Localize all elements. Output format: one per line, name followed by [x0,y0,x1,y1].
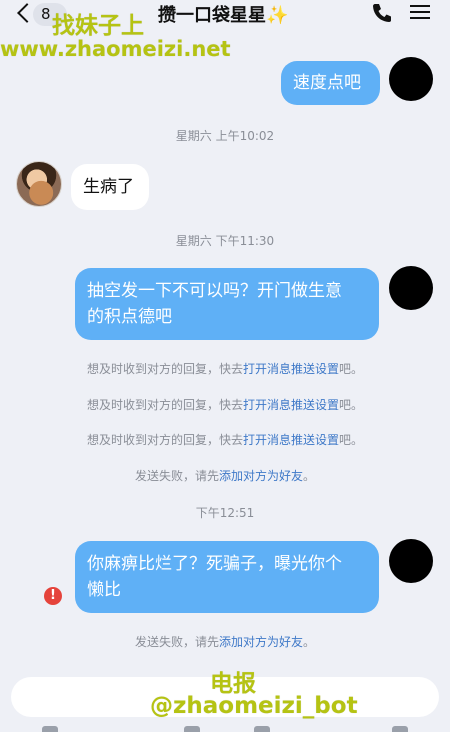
push-settings-link[interactable]: 打开消息推送设置 [243,362,339,376]
chat-title: 攒一口袋星星✨ [158,5,289,26]
notice-text: 吧。 [339,433,364,447]
watermark-top-line2: www.zhaomeizi.net [0,37,231,61]
push-settings-link[interactable]: 打开消息推送设置 [243,398,339,412]
watermark-top-line1: 找妹子上 [52,13,144,39]
notice-text: 发送失败，请先 [134,469,219,483]
message-line: 懒比 [87,580,121,600]
voice-icon[interactable] [42,726,58,732]
notice-text: 。 [303,635,316,649]
notice-text: 想及时收到对方的回复，快去 [86,433,243,447]
message-line: 抽空发一下不可以吗？开门做生意 [87,281,342,301]
notice-text: 发送失败，请先 [134,635,219,649]
push-settings-link[interactable]: 打开消息推送设置 [243,433,339,447]
my-avatar[interactable] [389,57,433,101]
push-notice: 想及时收到对方的回复，快去打开消息推送设置吧。 [0,360,450,377]
incoming-message[interactable]: 生病了 [71,164,149,210]
notice-text: 。 [303,469,316,483]
send-failed-notice: 发送失败，请先添加对方为好友。 [0,633,450,650]
contact-avatar[interactable] [16,161,62,207]
my-avatar[interactable] [389,539,433,583]
phone-icon[interactable] [370,1,394,25]
send-failed-icon[interactable]: ! [44,587,62,605]
timestamp: 星期六 上午10:02 [175,129,275,143]
notice-text: 想及时收到对方的回复，快去 [86,398,243,412]
add-friend-link[interactable]: 添加对方为好友 [219,469,303,483]
notice-text: 吧。 [339,398,364,412]
notice-text: 想及时收到对方的回复，快去 [86,362,243,376]
add-friend-link[interactable]: 添加对方为好友 [219,635,303,649]
outgoing-message[interactable]: 抽空发一下不可以吗？开门做生意 的积点德吧 [75,268,379,340]
image-icon[interactable] [184,726,200,732]
notice-text: 吧。 [339,362,364,376]
message-line: 的积点德吧 [87,307,172,327]
outgoing-message[interactable]: 你麻痹比烂了？死骗子，曝光你个 懒比 [75,541,379,613]
message-line: 你麻痹比烂了？死骗子，曝光你个 [87,554,342,574]
more-icon[interactable] [392,726,408,732]
my-avatar[interactable] [389,266,433,310]
watermark-bottom-line2: @zhaomeizi_bot [150,693,358,719]
menu-icon[interactable] [408,2,432,24]
timestamp: 星期六 下午11:30 [175,234,275,248]
push-notice: 想及时收到对方的回复，快去打开消息推送设置吧。 [0,431,450,448]
timestamp: 下午12:51 [195,506,255,520]
send-failed-notice: 发送失败，请先添加对方为好友。 [0,467,450,484]
push-notice: 想及时收到对方的回复，快去打开消息推送设置吧。 [0,396,450,413]
camera-icon[interactable] [254,726,270,732]
outgoing-message[interactable]: 速度点吧 [281,61,380,105]
